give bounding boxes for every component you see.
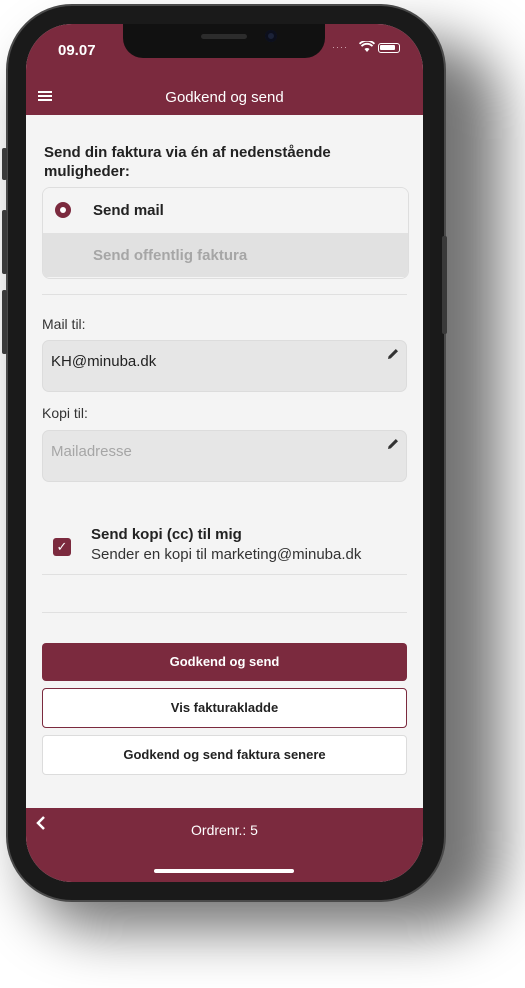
option-label: Send mail	[93, 202, 164, 219]
divider	[42, 294, 407, 295]
side-button-power	[442, 236, 447, 334]
send-copy-subtitle: Sender en kopi til marketing@minuba.dk	[91, 546, 362, 563]
cc-to-placeholder: Mailadresse	[51, 443, 132, 460]
edit-pencil-icon[interactable]	[386, 347, 400, 364]
footer-bar: Ordrenr.: 5	[26, 808, 423, 882]
camera-icon	[265, 30, 277, 42]
nav-bar: Godkend og send	[26, 84, 423, 115]
cc-to-field[interactable]: Mailadresse	[42, 430, 407, 482]
approve-later-button[interactable]: Godkend og send faktura senere	[42, 735, 407, 775]
mail-to-value: KH@minuba.dk	[51, 353, 157, 370]
side-button-volume-up	[2, 210, 7, 274]
speaker	[201, 34, 247, 39]
option-send-public-invoice[interactable]: Send offentlig faktura	[43, 233, 408, 277]
send-copy-title: Send kopi (cc) til mig	[91, 526, 242, 543]
cc-to-label: Kopi til:	[42, 405, 88, 421]
notch	[123, 24, 325, 58]
send-options-heading: Send din faktura via én af nedenstående …	[44, 144, 331, 180]
option-label: Send offentlig faktura	[93, 247, 248, 264]
send-options-group: Send mail Send offentlig faktura	[42, 187, 409, 279]
page-title: Godkend og send	[165, 89, 284, 106]
show-draft-button[interactable]: Vis fakturakladde	[42, 688, 407, 728]
home-indicator[interactable]	[154, 869, 294, 873]
wifi-icon	[358, 39, 376, 56]
side-button-volume-down	[2, 290, 7, 354]
main-content: Send din faktura via én af nedenstående …	[26, 115, 423, 808]
mail-to-field[interactable]: KH@minuba.dk	[42, 340, 407, 392]
divider	[42, 612, 407, 613]
approve-send-button[interactable]: Godkend og send	[42, 643, 407, 681]
option-send-mail[interactable]: Send mail	[43, 188, 408, 232]
signal-icon: ····	[332, 42, 348, 52]
checkmark-icon: ✓	[56, 539, 68, 554]
radio-selected-icon	[55, 202, 71, 218]
app-screen: 09.07 ···· Godkend og send Send din fakt…	[26, 24, 423, 882]
edit-pencil-icon[interactable]	[386, 437, 400, 454]
divider	[42, 574, 407, 575]
status-time: 09.07	[58, 42, 96, 59]
send-copy-checkbox[interactable]: ✓	[53, 538, 71, 556]
side-button-mute	[2, 148, 7, 180]
order-number: Ordrenr.: 5	[191, 822, 258, 838]
battery-icon	[378, 43, 400, 53]
mail-to-label: Mail til:	[42, 316, 86, 332]
